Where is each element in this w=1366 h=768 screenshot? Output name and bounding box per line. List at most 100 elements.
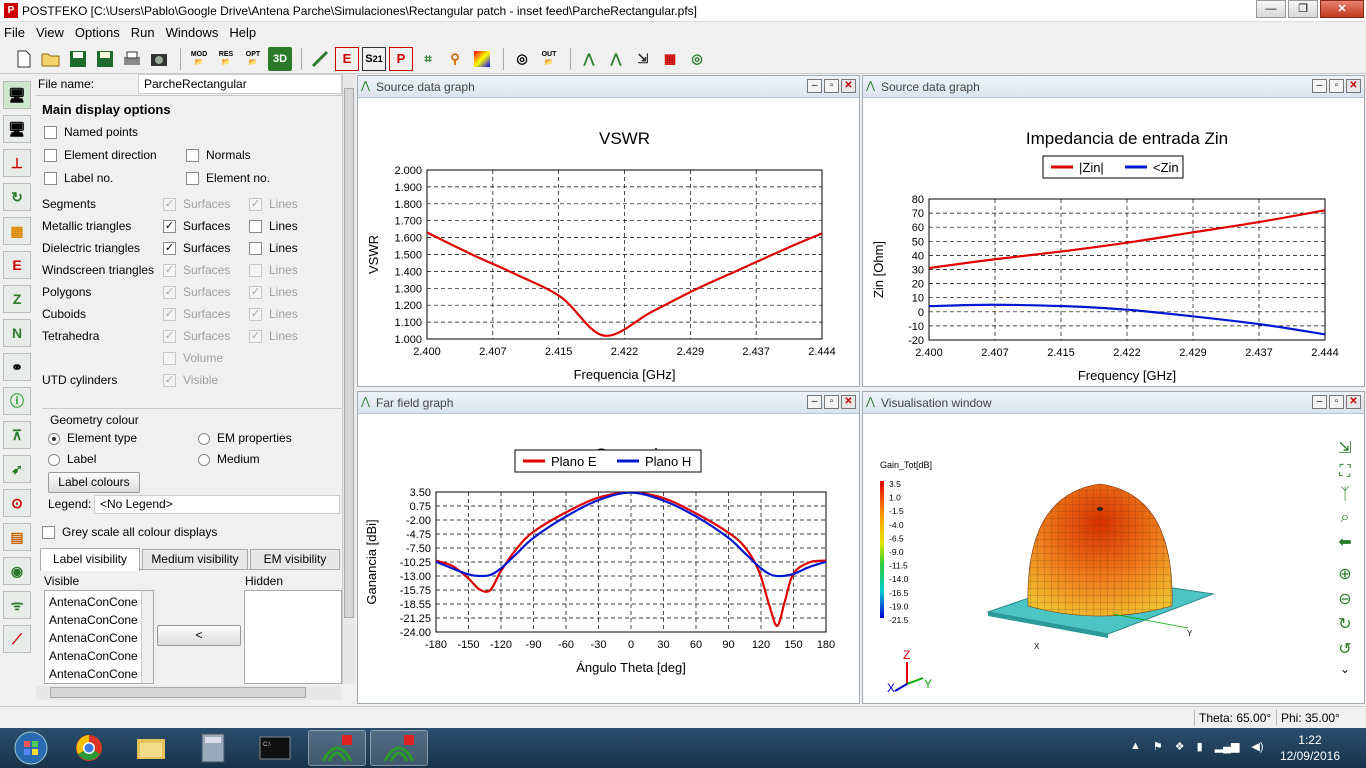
named-points-checkbox[interactable]: Named points: [44, 123, 138, 141]
cmd-taskbar-icon[interactable]: C:\: [246, 730, 304, 766]
table-icon[interactable]: ▦: [658, 47, 682, 71]
menu-options[interactable]: Options: [75, 25, 120, 40]
menu-windows[interactable]: Windows: [166, 25, 219, 40]
list-item[interactable]: AntenaConCone: [49, 647, 138, 665]
window-minimize-button[interactable]: –: [1312, 79, 1327, 93]
tetrahedra-lines-checkbox[interactable]: ✓ Lines: [249, 327, 298, 345]
menu-run[interactable]: Run: [131, 25, 155, 40]
tray-signal-icon[interactable]: ▂▄▆: [1215, 740, 1240, 753]
postfeko-taskbar-icon[interactable]: [370, 730, 428, 766]
info-icon[interactable]: ⓘ: [3, 387, 31, 415]
menu-help[interactable]: Help: [229, 25, 256, 40]
polygons-surfaces-checkbox[interactable]: ✓ Surfaces: [163, 283, 230, 301]
calculator-taskbar-icon[interactable]: [184, 730, 242, 766]
zoom-in-icon[interactable]: ⊕: [1338, 564, 1351, 584]
element-type-radio[interactable]: Element type: [48, 429, 137, 447]
window-close-button[interactable]: ✕: [841, 79, 856, 93]
label-radio[interactable]: Label: [48, 450, 96, 468]
open-folder-icon[interactable]: [39, 47, 63, 71]
cadfeko-mod-icon[interactable]: MOD 📂: [187, 47, 211, 71]
medium-radio[interactable]: Medium: [198, 450, 260, 468]
file-name-field[interactable]: ParcheRectangular: [138, 74, 342, 94]
tab-label-visibility[interactable]: Label visibility: [40, 548, 140, 571]
export-image-icon[interactable]: [147, 47, 171, 71]
export-out-icon[interactable]: OUT 📂: [537, 47, 561, 71]
monitor-settings-icon[interactable]: 🖥: [3, 115, 31, 143]
zoom-z-icon[interactable]: ⇲: [1338, 438, 1351, 458]
dielectric-lines-checkbox[interactable]: Lines: [249, 239, 298, 257]
target-icon[interactable]: ◎: [685, 47, 709, 71]
3d-view-icon[interactable]: 3D: [268, 46, 292, 71]
zoom-extents-icon[interactable]: ⛶: [1339, 463, 1350, 481]
window-close-button[interactable]: ✕: [841, 395, 856, 409]
visible-list-scrollbar[interactable]: [141, 591, 153, 683]
print-icon[interactable]: [120, 47, 144, 71]
window-close-button[interactable]: ✕: [1346, 395, 1361, 409]
tetrahedra-surfaces-checkbox[interactable]: ✓ Surfaces: [163, 327, 230, 345]
network-icon[interactable]: ⌗: [416, 47, 440, 71]
more-chevron-icon[interactable]: ⌄: [1340, 662, 1350, 676]
source-icon[interactable]: ⚲: [443, 47, 467, 71]
windscreen-surfaces-checkbox[interactable]: ✓ Surfaces: [163, 261, 230, 279]
normals-checkbox[interactable]: Normals: [186, 146, 251, 164]
window-restore-button[interactable]: ▫: [1329, 395, 1344, 409]
metallic-surfaces-checkbox[interactable]: ✓ Surfaces: [163, 217, 230, 235]
label-no-checkbox[interactable]: Label no.: [44, 169, 113, 187]
maximize-button[interactable]: ❐: [1288, 0, 1318, 18]
new-file-icon[interactable]: [12, 47, 36, 71]
tab-medium-visibility[interactable]: Medium visibility: [142, 549, 248, 569]
zoom-out-icon[interactable]: ⊖: [1338, 589, 1351, 609]
3d-view[interactable]: Gain_Tot[dB] 3.5 1.0 -1.5 -4.0 -6.5 -9.0 -11.5…: [863, 414, 1364, 703]
start-button[interactable]: [2, 730, 60, 766]
vswr-graph-window[interactable]: ⋀ Source data graph – ▫ ✕ VSWR 2.400 2.407 2.4…: [357, 75, 860, 387]
polygons-lines-checkbox[interactable]: ✓ Lines: [249, 283, 298, 301]
cuboids-lines-checkbox[interactable]: ✓ Lines: [249, 305, 298, 323]
tetrahedra-volume-checkbox[interactable]: Volume: [163, 349, 223, 367]
cuboids-surfaces-checkbox[interactable]: ✓ Surfaces: [163, 305, 230, 323]
list-item[interactable]: AntenaConCone: [49, 629, 138, 647]
editfeko-launch-icon[interactable]: ⋀: [604, 47, 628, 71]
save-as-icon[interactable]: [93, 47, 117, 71]
element-direction-checkbox[interactable]: Element direction: [44, 146, 157, 164]
window-restore-button[interactable]: ▫: [1329, 79, 1344, 93]
window-restore-button[interactable]: ▫: [824, 395, 839, 409]
window-minimize-button[interactable]: –: [807, 79, 822, 93]
list-item[interactable]: AntenaConCone: [49, 665, 138, 683]
colour-field-icon[interactable]: ▤: [3, 523, 31, 551]
s-parameter-icon[interactable]: S 21: [362, 46, 386, 71]
element-no-checkbox[interactable]: Element no.: [186, 169, 270, 187]
run-solver-icon[interactable]: ⇲: [631, 47, 655, 71]
metallic-lines-checkbox[interactable]: Lines: [249, 217, 298, 235]
window-minimize-button[interactable]: –: [1312, 395, 1327, 409]
graph-icon[interactable]: ⟋: [3, 625, 31, 653]
visualisation-window[interactable]: ⋀ Visualisation window – ▫ ✕ Gain_Tot[dB] 3…: [862, 391, 1365, 704]
tray-expand-icon[interactable]: ▲: [1130, 740, 1141, 753]
globe-icon[interactable]: ◉: [3, 557, 31, 585]
mesh-grid-icon[interactable]: ▦: [3, 217, 31, 245]
rotate-alt-icon[interactable]: ↺: [1338, 639, 1351, 659]
window-restore-button[interactable]: ▫: [824, 79, 839, 93]
segments-lines-checkbox[interactable]: ✓ Lines: [249, 195, 298, 213]
antenna-icon[interactable]: ⊼: [3, 421, 31, 449]
segments-surfaces-checkbox[interactable]: ✓ Surfaces: [163, 195, 230, 213]
tray-dropbox-icon[interactable]: ❖: [1175, 740, 1185, 753]
save-icon[interactable]: [66, 47, 90, 71]
zin-graph-window[interactable]: ⋀ Source data graph – ▫ ✕ Impedancia de ent…: [862, 75, 1365, 387]
colour-map-icon[interactable]: [470, 47, 494, 71]
axes-icon[interactable]: ⊥: [3, 149, 31, 177]
tray-battery-icon[interactable]: ▮: [1197, 740, 1203, 753]
geometry-icon[interactable]: [308, 47, 332, 71]
e-field-icon[interactable]: E: [335, 46, 359, 71]
window-minimize-button[interactable]: –: [807, 395, 822, 409]
gain-graph-window[interactable]: ⋀Far field graph –▫✕ Ganancia-180-150-12…: [357, 391, 860, 704]
grey-scale-checkbox[interactable]: Grey scale all colour displays: [42, 523, 217, 541]
network-n-icon[interactable]: N: [3, 319, 31, 347]
tray-volume-icon[interactable]: ◀): [1251, 740, 1263, 753]
rotate-icon[interactable]: ↻: [3, 183, 31, 211]
window-close-button[interactable]: ✕: [1346, 79, 1361, 93]
result-file-icon[interactable]: RES 📂: [214, 47, 238, 71]
menu-view[interactable]: View: [36, 25, 64, 40]
close-button[interactable]: ✕: [1320, 0, 1364, 18]
label-colours-button[interactable]: Label colours: [48, 472, 140, 493]
tab-em-visibility[interactable]: EM visibility: [250, 549, 340, 569]
